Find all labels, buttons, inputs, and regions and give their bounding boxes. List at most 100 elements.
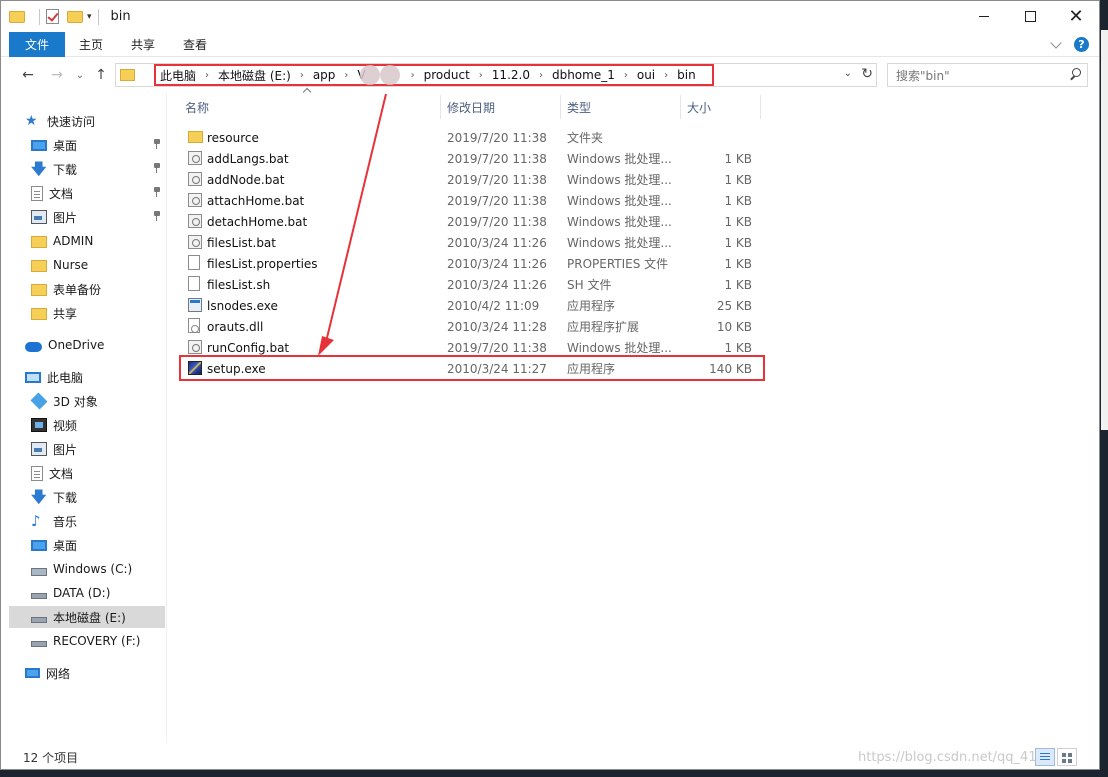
- sidebar-item-3d-objects[interactable]: 3D 对象: [30, 390, 165, 412]
- file-date: 2019/7/20 11:38: [447, 151, 547, 166]
- sidebar-item-pictures[interactable]: 图片: [31, 206, 165, 228]
- chevron-right-icon[interactable]: ›: [624, 70, 628, 81]
- new-folder-icon[interactable]: [67, 10, 83, 23]
- large-icons-view-icon[interactable]: [1057, 748, 1077, 766]
- recent-locations-icon[interactable]: ⌄: [71, 66, 89, 84]
- column-divider[interactable]: [560, 95, 561, 119]
- breadcrumb-product[interactable]: product: [424, 68, 470, 82]
- column-header-date[interactable]: 修改日期: [447, 93, 495, 121]
- chevron-right-icon[interactable]: ›: [411, 70, 415, 81]
- pin-icon[interactable]: [153, 187, 161, 197]
- column-divider[interactable]: [440, 95, 441, 119]
- details-view-icon[interactable]: [1035, 748, 1055, 766]
- sidebar-item-downloads-pc[interactable]: 🡇 下载: [31, 486, 165, 508]
- collapse-ribbon-icon[interactable]: [1050, 37, 1062, 49]
- table-row[interactable]: runConfig.bat 2019/7/20 11:38 Windows 批处理.…: [180, 337, 768, 358]
- table-row[interactable]: addLangs.bat 2019/7/20 11:38 Windows 批处理..…: [180, 148, 768, 169]
- sidebar-item-admin[interactable]: ADMIN: [31, 230, 165, 252]
- customize-dropdown-icon[interactable]: ▾: [87, 12, 92, 22]
- address-dropdown-icon[interactable]: ⌄: [844, 68, 852, 79]
- refresh-icon[interactable]: ↻: [861, 66, 873, 82]
- table-row[interactable]: orauts.dll 2010/3/24 11:28 应用程序扩展 10 KB: [180, 316, 768, 337]
- sidebar-item-desktop[interactable]: 桌面: [31, 134, 165, 156]
- breadcrumb-app[interactable]: app: [313, 68, 336, 82]
- chevron-right-icon[interactable]: ›: [344, 70, 348, 81]
- breadcrumb-this-pc[interactable]: 此电脑: [160, 67, 196, 84]
- column-divider[interactable]: [760, 95, 761, 119]
- sidebar-item-videos[interactable]: 视频: [31, 414, 165, 436]
- minimize-button[interactable]: [961, 1, 1007, 32]
- chevron-right-icon[interactable]: ›: [205, 70, 209, 81]
- sidebar-item-drive-f[interactable]: RECOVERY (F:): [31, 630, 165, 652]
- table-row[interactable]: setup.exe 2010/3/24 11:27 应用程序 140 KB: [180, 358, 768, 379]
- sidebar-item-network[interactable]: 网络: [25, 662, 165, 684]
- search-icon[interactable]: [1069, 68, 1081, 80]
- table-row[interactable]: filesList.properties 2010/3/24 11:26 PROPE…: [180, 253, 768, 274]
- chevron-right-icon[interactable]: ›: [664, 70, 668, 81]
- forward-button[interactable]: →: [48, 66, 66, 84]
- maximize-button[interactable]: [1007, 1, 1053, 32]
- search-placeholder: 搜索"bin": [896, 68, 950, 83]
- dll-file-icon: [188, 318, 200, 333]
- table-row[interactable]: attachHome.bat 2019/7/20 11:38 Windows 批处理…: [180, 190, 768, 211]
- download-icon: 🡇: [31, 160, 47, 178]
- column-header-name[interactable]: 名称: [185, 93, 209, 121]
- sidebar-item-quick-access[interactable]: ★ 快速访问: [25, 110, 165, 132]
- search-input[interactable]: 搜索"bin": [887, 63, 1088, 87]
- cloud-icon: [25, 341, 42, 352]
- sidebar-item-onedrive[interactable]: OneDrive: [25, 334, 165, 356]
- up-button[interactable]: ↑: [92, 66, 110, 84]
- batch-file-icon: [188, 172, 202, 186]
- pin-icon[interactable]: [153, 163, 161, 173]
- sidebar-item-label: OneDrive: [48, 338, 105, 352]
- table-row[interactable]: filesList.bat 2010/3/24 11:26 Windows 批处理.…: [180, 232, 768, 253]
- tab-share[interactable]: 共享: [117, 32, 169, 57]
- table-row[interactable]: addNode.bat 2019/7/20 11:38 Windows 批处理...…: [180, 169, 768, 190]
- chevron-right-icon[interactable]: ›: [300, 70, 304, 81]
- video-icon: [31, 418, 47, 432]
- sidebar-item-desktop-pc[interactable]: 桌面: [31, 534, 165, 556]
- file-name: filesList.properties: [207, 256, 318, 271]
- batch-file-icon: [188, 193, 202, 207]
- sidebar-item-this-pc[interactable]: 此电脑: [25, 366, 165, 388]
- folder-icon: [31, 307, 47, 320]
- sidebar-item-documents-pc[interactable]: 文档: [31, 462, 165, 484]
- chevron-right-icon[interactable]: ›: [479, 70, 483, 81]
- breadcrumb-dbhome[interactable]: dbhome_1: [552, 68, 615, 82]
- sidebar-item-label: 图片: [53, 210, 78, 225]
- help-icon[interactable]: ?: [1074, 37, 1089, 52]
- chevron-right-icon[interactable]: ›: [539, 70, 543, 81]
- back-button[interactable]: ←: [19, 66, 37, 84]
- table-row[interactable]: resource 2019/7/20 11:38 文件夹: [180, 127, 768, 148]
- file-size: 1 KB: [724, 235, 752, 250]
- pin-icon[interactable]: [153, 139, 161, 149]
- column-divider[interactable]: [680, 95, 681, 119]
- sidebar-item-pictures-pc[interactable]: 图片: [31, 438, 165, 460]
- column-header-size[interactable]: 大小: [687, 93, 711, 121]
- sidebar-item-drive-d[interactable]: DATA (D:): [31, 582, 165, 604]
- tab-home[interactable]: 主页: [65, 32, 117, 57]
- breadcrumb-version[interactable]: 11.2.0: [492, 68, 530, 82]
- breadcrumb-bin[interactable]: bin: [677, 68, 696, 82]
- properties-icon[interactable]: [46, 9, 59, 24]
- table-row[interactable]: detachHome.bat 2019/7/20 11:38 Windows 批处理…: [180, 211, 768, 232]
- address-bar[interactable]: 此电脑 › 本地磁盘 (E:) › app › V › product › 11…: [115, 63, 877, 87]
- close-button[interactable]: ✕: [1053, 1, 1099, 32]
- column-header-type[interactable]: 类型: [567, 93, 591, 121]
- sidebar-item-form-backup[interactable]: 表单备份: [31, 278, 165, 300]
- folder-icon[interactable]: [9, 10, 25, 23]
- sidebar-item-drive-c[interactable]: Windows (C:): [31, 558, 165, 580]
- tab-file[interactable]: 文件: [9, 31, 65, 57]
- sidebar-item-documents[interactable]: 文档: [31, 182, 165, 204]
- table-row[interactable]: lsnodes.exe 2010/4/2 11:09 应用程序 25 KB: [180, 295, 768, 316]
- tab-view[interactable]: 查看: [169, 32, 221, 57]
- sidebar-item-share[interactable]: 共享: [31, 302, 165, 324]
- breadcrumb-oui[interactable]: oui: [637, 68, 655, 82]
- table-row[interactable]: filesList.sh 2010/3/24 11:26 SH 文件 1 KB: [180, 274, 768, 295]
- sidebar-item-downloads[interactable]: 🡇 下载: [31, 158, 165, 180]
- sidebar-item-nurse[interactable]: Nurse: [31, 254, 165, 276]
- sidebar-item-drive-e[interactable]: 本地磁盘 (E:): [9, 606, 165, 628]
- sidebar-item-music[interactable]: ♪ 音乐: [31, 510, 165, 532]
- breadcrumb-drive-e[interactable]: 本地磁盘 (E:): [218, 67, 291, 84]
- pin-icon[interactable]: [153, 211, 161, 221]
